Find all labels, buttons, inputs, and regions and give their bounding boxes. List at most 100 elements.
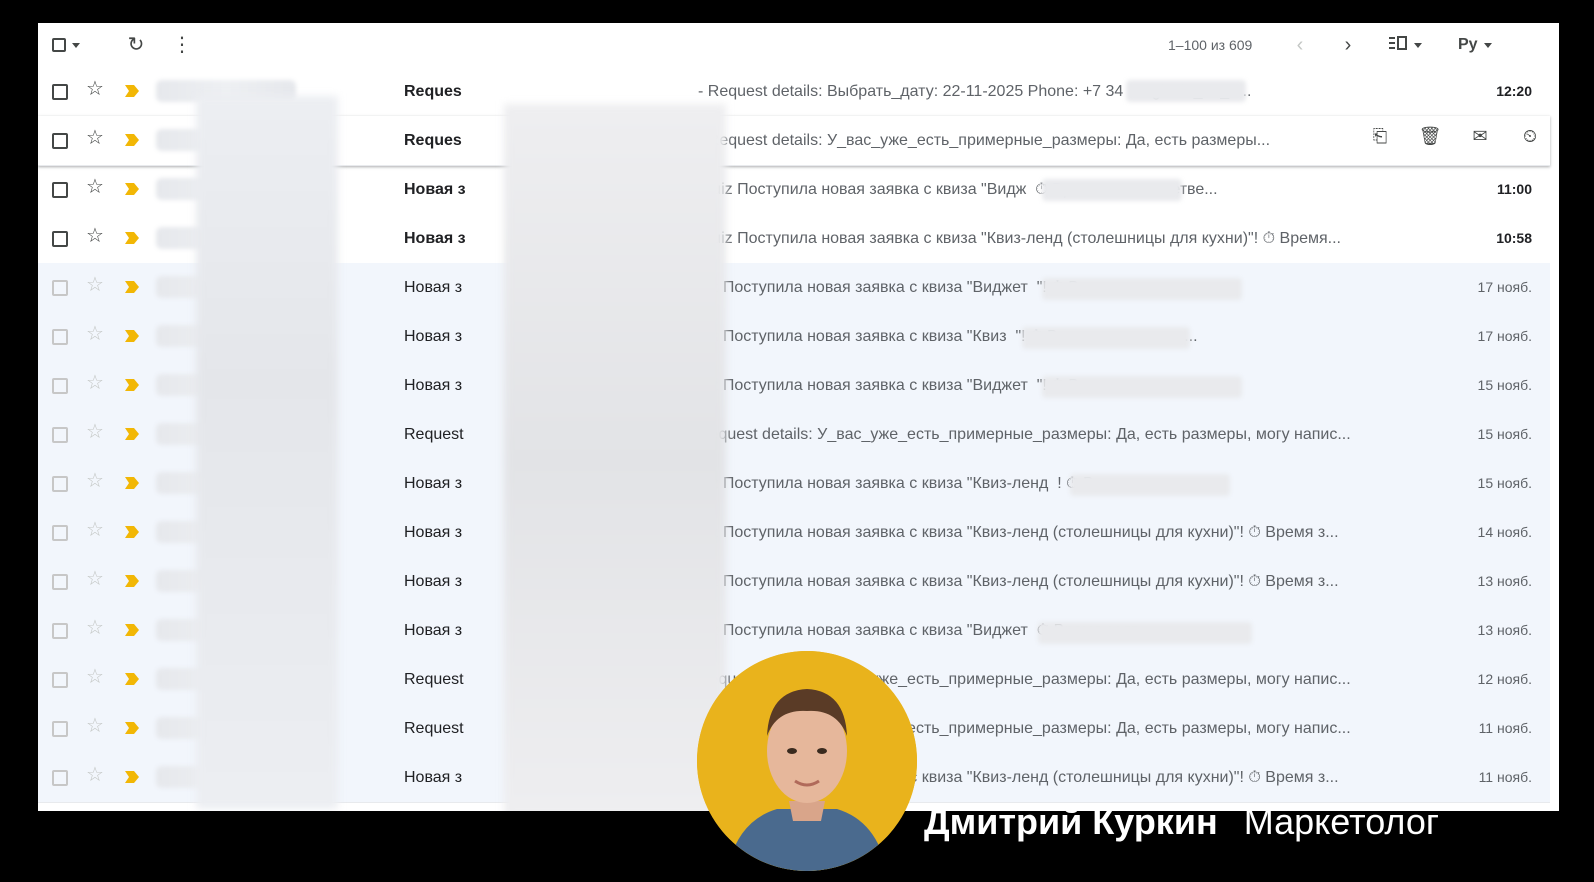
older-button[interactable]: › <box>1336 31 1360 59</box>
email-subject: Request <box>404 426 464 443</box>
pager-text: 1–100 из 609 <box>1168 37 1253 53</box>
email-date: 13 нояб. <box>1477 622 1532 638</box>
pager: 1–100 из 609 <box>1168 31 1252 59</box>
row-checkbox[interactable] <box>52 672 68 688</box>
redaction-blur-phone <box>1126 80 1246 102</box>
important-marker-icon[interactable] <box>124 770 139 784</box>
important-marker-icon[interactable] <box>124 574 139 588</box>
redaction-blur-quiz-name <box>1042 179 1182 201</box>
row-checkbox[interactable] <box>52 378 68 394</box>
star-icon[interactable]: ☆ <box>86 128 104 148</box>
important-marker-icon[interactable] <box>124 280 139 294</box>
email-date: 13 нояб. <box>1477 573 1532 589</box>
email-date: 11 нояб. <box>1478 769 1532 785</box>
row-checkbox[interactable] <box>52 623 68 639</box>
email-date: 15 нояб. <box>1477 377 1532 393</box>
input-language-button[interactable]: Ру <box>1458 31 1492 59</box>
select-all-checkbox[interactable] <box>52 38 66 52</box>
person-portrait <box>697 651 917 871</box>
important-marker-icon[interactable] <box>124 672 139 686</box>
email-subject: Request <box>404 720 464 737</box>
select-dropdown-caret-icon[interactable] <box>72 42 80 48</box>
row-checkbox[interactable] <box>52 84 68 100</box>
row-checkbox[interactable] <box>52 329 68 345</box>
star-icon[interactable]: ☆ <box>86 275 104 295</box>
row-checkbox[interactable] <box>52 182 68 198</box>
row-checkbox[interactable] <box>52 280 68 296</box>
star-icon[interactable]: ☆ <box>86 716 104 736</box>
email-snippet: Request details: У_вас_уже_есть_примерны… <box>698 426 1351 443</box>
star-icon[interactable]: ☆ <box>86 324 104 344</box>
row-checkbox[interactable] <box>52 476 68 492</box>
row-hover-actions: ⎗ 🗑 ✉ ⏲ <box>1366 127 1544 145</box>
chevron-left-icon: ‹ <box>1296 34 1304 56</box>
email-date: 15 нояб. <box>1477 475 1532 491</box>
important-marker-icon[interactable] <box>124 133 139 147</box>
snooze-icon[interactable]: ⏲ <box>1516 127 1544 145</box>
avatar <box>697 651 917 871</box>
email-subject: Новая з <box>404 573 463 590</box>
chevron-right-icon: › <box>1344 34 1352 56</box>
archive-icon[interactable]: ⎗ <box>1366 127 1394 145</box>
redaction-blur-sender <box>196 96 338 809</box>
important-marker-icon[interactable] <box>124 476 139 490</box>
row-checkbox[interactable] <box>52 770 68 786</box>
row-checkbox[interactable] <box>52 133 68 149</box>
star-icon[interactable]: ☆ <box>86 471 104 491</box>
important-marker-icon[interactable] <box>124 427 139 441</box>
star-icon[interactable]: ☆ <box>86 226 104 246</box>
email-snippet: rquiz Поступила новая заявка с квиза "Кв… <box>698 230 1341 247</box>
important-marker-icon[interactable] <box>124 378 139 392</box>
mark-read-icon[interactable]: ✉ <box>1466 127 1494 145</box>
row-checkbox[interactable] <box>52 231 68 247</box>
email-snippet: uiz Поступила новая заявка с квиза "Квиз… <box>698 524 1339 541</box>
star-icon[interactable]: ☆ <box>86 618 104 638</box>
email-subject: Новая з <box>404 181 466 198</box>
important-marker-icon[interactable] <box>124 84 139 98</box>
star-icon[interactable]: ☆ <box>86 373 104 393</box>
email-snippet: - Request details: У_вас_уже_есть_пример… <box>698 132 1271 149</box>
select-all-control[interactable] <box>52 31 80 59</box>
important-marker-icon[interactable] <box>124 329 139 343</box>
newer-button[interactable]: ‹ <box>1288 31 1312 59</box>
email-subject: Новая з <box>404 328 463 345</box>
email-date: 17 нояб. <box>1477 279 1532 295</box>
email-snippet: uiz Поступила новая заявка с квиза "Квиз… <box>698 475 1203 492</box>
row-checkbox[interactable] <box>52 721 68 737</box>
more-button[interactable]: ⋮ <box>170 31 194 59</box>
important-marker-icon[interactable] <box>124 721 139 735</box>
star-icon[interactable]: ☆ <box>86 177 104 197</box>
email-subject: Request <box>404 671 464 688</box>
density-button[interactable] <box>1388 31 1422 59</box>
email-date: 12:20 <box>1496 83 1532 99</box>
refresh-button[interactable]: ↻ <box>122 31 150 59</box>
star-icon[interactable]: ☆ <box>86 422 104 442</box>
email-subject: Новая з <box>404 524 463 541</box>
email-date: 14 нояб. <box>1477 524 1532 540</box>
star-icon[interactable]: ☆ <box>86 667 104 687</box>
redaction-blur-quiz-name <box>1022 327 1190 349</box>
row-checkbox[interactable] <box>52 427 68 443</box>
star-icon[interactable]: ☆ <box>86 520 104 540</box>
star-icon[interactable]: ☆ <box>86 79 104 99</box>
row-checkbox[interactable] <box>52 525 68 541</box>
toolbar: ↻ ⋮ 1–100 из 609 ‹ › Ру <box>38 23 1559 67</box>
density-caret-icon <box>1414 42 1422 48</box>
email-subject: Новая з <box>404 769 463 786</box>
important-marker-icon[interactable] <box>124 182 139 196</box>
important-marker-icon[interactable] <box>124 525 139 539</box>
email-subject: Reques <box>404 132 462 149</box>
important-marker-icon[interactable] <box>124 231 139 245</box>
important-marker-icon[interactable] <box>124 623 139 637</box>
email-date: 11:00 <box>1496 181 1532 197</box>
email-date: 12 нояб. <box>1477 671 1532 687</box>
email-subject: Новая з <box>404 377 463 394</box>
email-date: 11 нояб. <box>1478 720 1532 736</box>
row-checkbox[interactable] <box>52 574 68 590</box>
redaction-blur-quiz-name <box>1042 278 1242 300</box>
star-icon[interactable]: ☆ <box>86 765 104 785</box>
email-subject: Новая з <box>404 622 463 639</box>
delete-icon[interactable]: 🗑 <box>1416 127 1444 145</box>
star-icon[interactable]: ☆ <box>86 569 104 589</box>
caption: Дмитрий Куркин Маркетолог <box>924 797 1439 847</box>
